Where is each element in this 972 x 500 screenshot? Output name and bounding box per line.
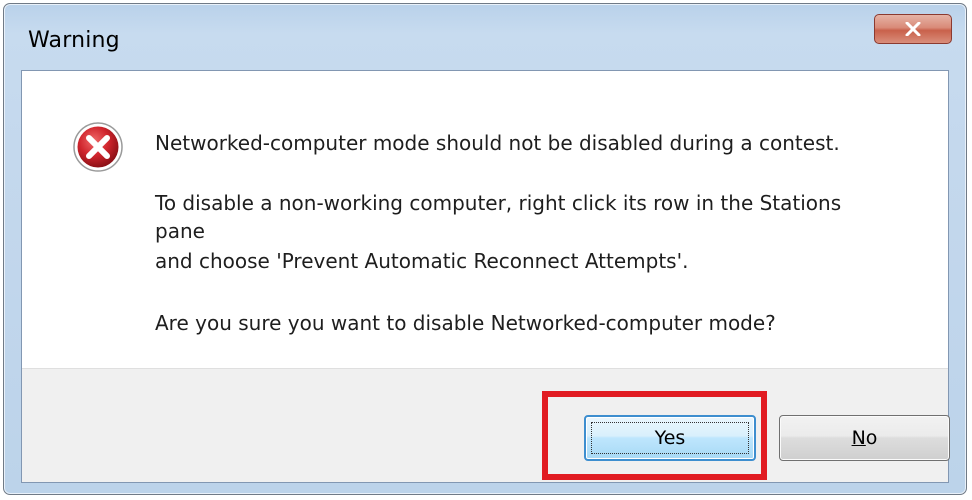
dialog-title: Warning [28,28,120,53]
message-line-1: Networked-computer mode should not be di… [155,131,840,155]
close-button[interactable] [874,14,952,44]
message-line-2: To disable a non-working computer, right… [155,191,842,215]
no-button-label: o [865,427,878,449]
dialog-body: Networked-computer mode should not be di… [21,70,950,483]
no-button-mnemonic: N [851,427,866,449]
message-line-4: and choose 'Prevent Automatic Reconnect … [155,249,689,273]
no-button[interactable]: No [779,415,950,461]
message-area: Networked-computer mode should not be di… [22,71,948,368]
warning-dialog: Warning Networked-computer mode should n… [3,3,967,495]
title-bar[interactable]: Warning [4,4,966,70]
yes-button-label: Yes [654,427,686,449]
message-line-5: Are you sure you want to disable Network… [155,311,776,335]
button-bar: Yes No [22,368,950,482]
message-line-3: pane [155,219,205,243]
close-icon [905,22,921,36]
yes-button[interactable]: Yes [584,415,756,461]
error-icon [73,122,123,172]
